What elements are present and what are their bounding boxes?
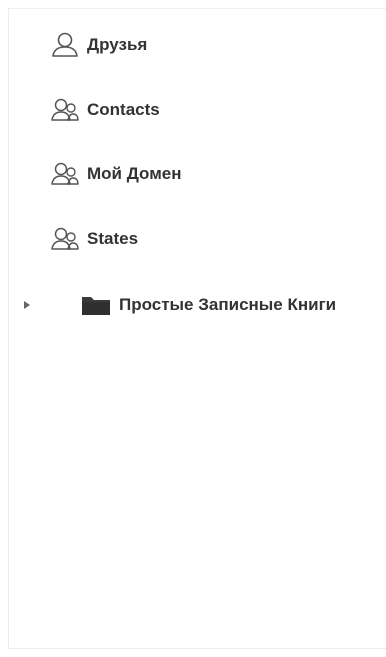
people-icon: [51, 226, 79, 252]
tree-item-label: Друзья: [87, 35, 148, 54]
people-icon: [51, 97, 79, 123]
tree-item-label: Простые Записные Книги: [119, 295, 337, 314]
triangle-right-icon[interactable]: [23, 300, 47, 310]
tree-item-contacts[interactable]: Contacts: [9, 94, 386, 126]
people-icon: [51, 161, 79, 187]
tree-item-my-domain[interactable]: Мой Домен: [9, 158, 386, 190]
tree-item-label: Contacts: [87, 100, 160, 119]
address-book-tree: Друзья Contacts Мой Домен States Простые…: [8, 8, 386, 649]
person-icon: [51, 32, 79, 58]
tree-folder-simple-address-books[interactable]: Простые Записные Книги: [9, 289, 386, 321]
tree-item-label: Мой Домен: [87, 164, 182, 183]
tree-item-states[interactable]: States: [9, 223, 386, 255]
tree-item-friends[interactable]: Друзья: [9, 29, 386, 61]
folder-icon: [81, 293, 111, 317]
tree-item-label: States: [87, 229, 139, 248]
